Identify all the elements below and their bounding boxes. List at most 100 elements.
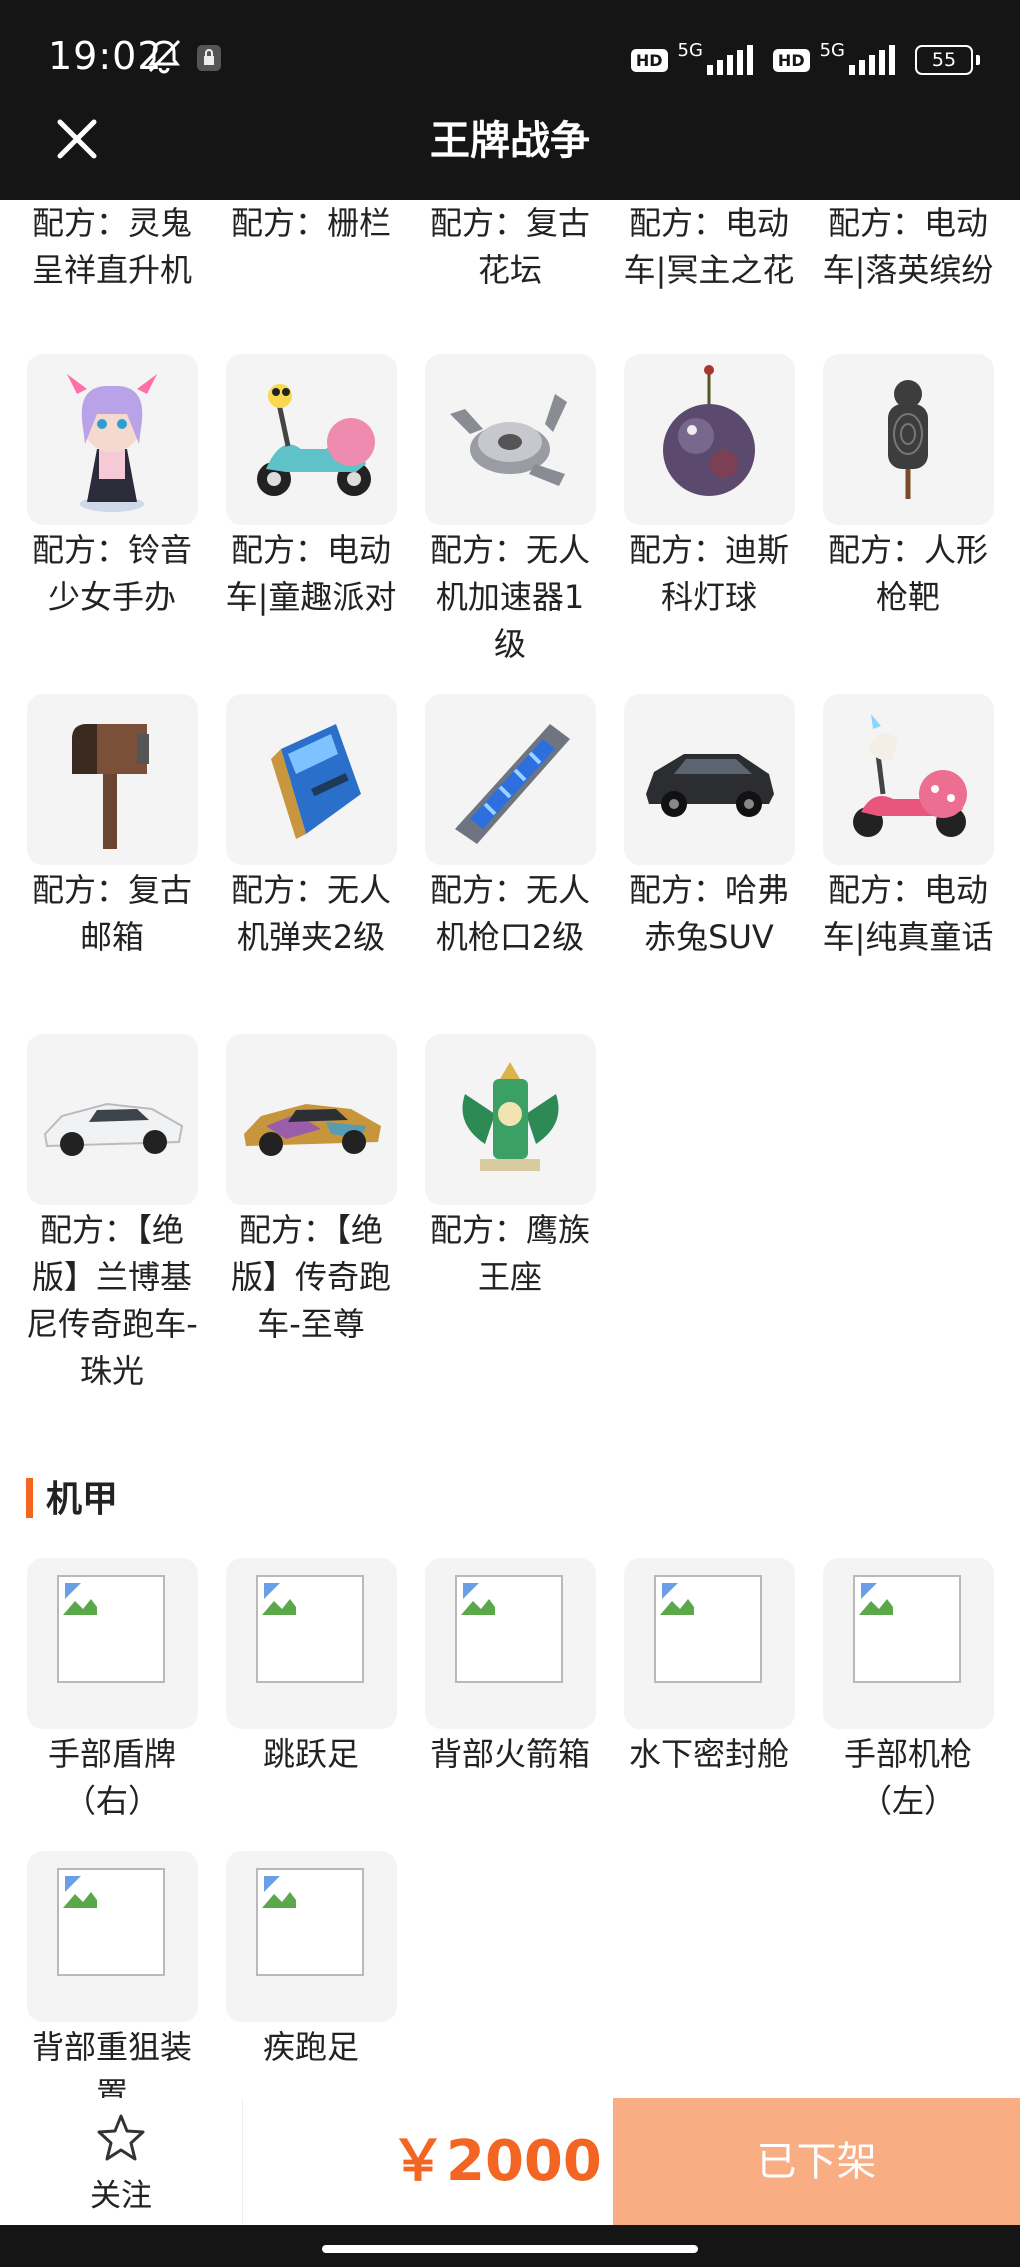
list-item[interactable]: 配方：无人机弹夹2级 [199, 694, 399, 1014]
item-name: 配方：灵鬼呈祥直升机 [31, 204, 192, 289]
placeholder-image [425, 1558, 596, 1729]
broken-image-icon [256, 1575, 364, 1683]
signal-icon [849, 45, 895, 75]
magazine-icon [226, 694, 397, 865]
price-label: ￥2000 [390, 2129, 602, 2194]
app-header: 王牌战争 [0, 94, 1020, 200]
sportscar-icon [27, 1034, 198, 1205]
placeholder-image [823, 1558, 994, 1729]
follow-label: 关注 [90, 2178, 152, 2214]
item-name: 配方：无人机弹夹2级 [230, 871, 391, 956]
item-name: 配方：电动车|童趣派对 [225, 531, 397, 616]
list-item[interactable]: 背部火箭箱 [398, 1558, 598, 1838]
list-item[interactable]: 配方：栅栏 [199, 200, 399, 300]
bottom-action-bar: 关注 ￥2000 已下架 [0, 2098, 1020, 2225]
broken-image-icon [853, 1575, 961, 1683]
broken-image-icon [654, 1575, 762, 1683]
list-item[interactable]: 配方：【绝版】传奇跑车-至尊 [199, 1034, 399, 1414]
delisted-button[interactable]: 已下架 [613, 2098, 1020, 2225]
suv-icon [624, 694, 795, 865]
hd-badge: HD [772, 48, 810, 72]
item-name: 配方：复古花坛 [429, 204, 590, 289]
item-name: 配方：铃音少女手办 [31, 531, 192, 616]
item-name: 配方：【绝版】兰博基尼传奇跑车-珠光 [26, 1211, 198, 1390]
broken-image-icon [455, 1575, 563, 1683]
item-name: 配方：电动车|落英缤纷 [822, 204, 994, 289]
scooter-icon [823, 694, 994, 865]
throne-icon [425, 1034, 596, 1205]
item-name: 疾跑足 [262, 2028, 359, 2066]
item-name: 配方：电动车|冥主之花 [623, 204, 795, 289]
star-icon [97, 2114, 145, 2161]
drone-part-icon [425, 354, 596, 525]
item-list[interactable]: 配方：灵鬼呈祥直升机 配方：栅栏 配方：复古花坛 配方：电动车|冥主之花 配方：… [0, 200, 1020, 2098]
item-name: 背部重狙装置 [31, 2028, 192, 2098]
sportscar-icon [226, 1034, 397, 1205]
item-name: 手部机枪（左） [843, 1735, 972, 1820]
list-item[interactable]: 配方：迪斯科灯球 [597, 354, 797, 674]
list-item[interactable]: 配方：电动车|冥主之花 [597, 200, 797, 300]
mailbox-icon [27, 694, 198, 865]
list-item[interactable]: 手部机枪（左） [796, 1558, 996, 1838]
list-item[interactable]: 配方：铃音少女手办 [0, 354, 200, 674]
network-type: 5G [819, 40, 845, 61]
item-name: 配方：人形枪靶 [827, 531, 988, 616]
list-item[interactable]: 配方：无人机枪口2级 [398, 694, 598, 1014]
battery-icon: 55 [915, 45, 980, 75]
list-item[interactable]: 配方：灵鬼呈祥直升机 [0, 200, 200, 300]
item-name: 配方：哈弗赤兔SUV [628, 871, 789, 956]
page-title: 王牌战争 [430, 118, 590, 164]
list-item[interactable]: 配方：人形枪靶 [796, 354, 996, 674]
item-name: 配方：【绝版】传奇跑车-至尊 [230, 1211, 391, 1343]
placeholder-image [226, 1558, 397, 1729]
list-item[interactable]: 配方：无人机加速器1级 [398, 354, 598, 674]
list-item[interactable]: 跳跃足 [199, 1558, 399, 1838]
home-indicator[interactable] [322, 2245, 698, 2253]
figure-icon [27, 354, 198, 525]
list-item[interactable]: 配方：复古邮箱 [0, 694, 200, 1014]
broken-image-icon [57, 1575, 165, 1683]
list-item[interactable]: 配方：复古花坛 [398, 200, 598, 300]
muzzle-icon [425, 694, 596, 865]
item-name: 配方：复古邮箱 [31, 871, 192, 956]
scooter-icon [226, 354, 397, 525]
list-item[interactable]: 配方：【绝版】兰博基尼传奇跑车-珠光 [0, 1034, 200, 1414]
placeholder-image [27, 1851, 198, 2022]
disco-ball-icon [624, 354, 795, 525]
item-name: 配方：鹰族王座 [429, 1211, 590, 1296]
placeholder-image [27, 1558, 198, 1729]
item-name: 配方：电动车|纯真童话 [822, 871, 994, 956]
item-name: 手部盾牌（右） [47, 1735, 176, 1820]
list-item[interactable]: 配方：电动车|童趣派对 [199, 354, 399, 674]
item-name: 配方：栅栏 [230, 204, 391, 242]
list-item[interactable]: 疾跑足 [199, 1851, 399, 2098]
list-item[interactable]: 配方：电动车|落英缤纷 [796, 200, 996, 300]
list-item[interactable]: 水下密封舱 [597, 1558, 797, 1838]
lock-icon [197, 45, 221, 71]
item-name: 配方：无人机加速器1级 [429, 531, 590, 663]
list-item[interactable]: 背部重狙装置 [0, 1851, 200, 2098]
broken-image-icon [57, 1868, 165, 1976]
section-title: 机甲 [26, 1470, 118, 1522]
list-item[interactable]: 配方：鹰族王座 [398, 1034, 598, 1414]
list-item[interactable]: 配方：电动车|纯真童话 [796, 694, 996, 1014]
item-name: 跳跃足 [262, 1735, 359, 1773]
list-item[interactable]: 手部盾牌（右） [0, 1558, 200, 1838]
item-name: 配方：无人机枪口2级 [429, 871, 590, 956]
hd-badge: HD [630, 48, 668, 72]
signal-icon [706, 45, 753, 75]
system-nav-bar [0, 2225, 1020, 2267]
placeholder-image [624, 1558, 795, 1729]
placeholder-image [226, 1851, 397, 2022]
status-indicators: HD 5G HD 5G 55 [630, 40, 980, 80]
item-name: 配方：迪斯科灯球 [628, 531, 789, 616]
follow-button[interactable]: 关注 [0, 2098, 243, 2225]
list-item[interactable]: 配方：哈弗赤兔SUV [597, 694, 797, 1014]
broken-image-icon [256, 1868, 364, 1976]
item-name: 背部火箭箱 [429, 1735, 590, 1773]
network-type: 5G [677, 40, 703, 61]
target-icon [823, 354, 994, 525]
bell-muted-icon [148, 39, 181, 74]
item-name: 水下密封舱 [628, 1735, 789, 1773]
battery-level: 55 [915, 45, 973, 75]
